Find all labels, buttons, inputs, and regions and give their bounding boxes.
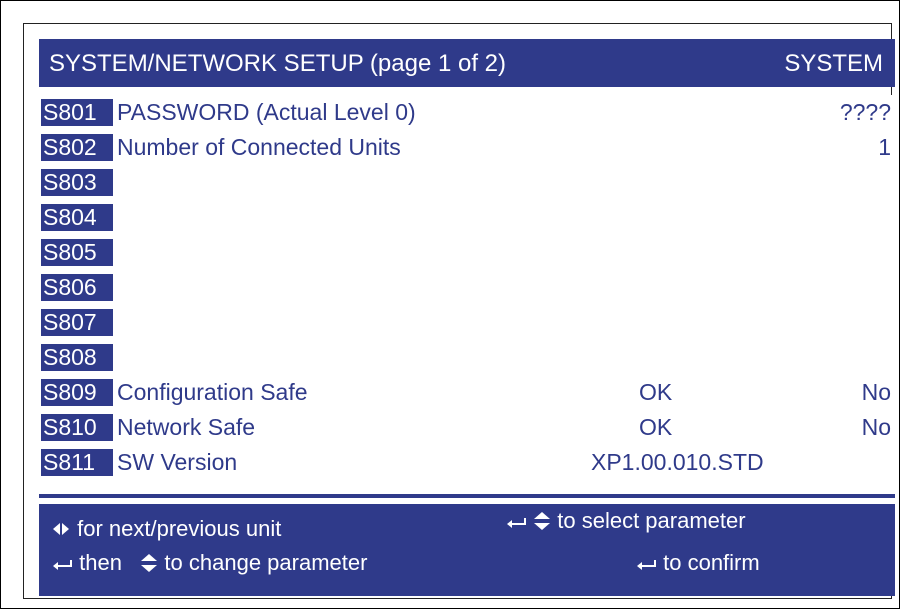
footer-divider — [39, 494, 895, 498]
parameter-row[interactable]: S805 — [39, 235, 895, 270]
help-change: then to change parameter — [51, 550, 367, 576]
parameter-value: 1 — [878, 134, 891, 160]
up-down-arrows-icon — [534, 512, 551, 530]
help-select: to select parameter — [505, 508, 746, 534]
parameter-row[interactable]: S808 — [39, 340, 895, 375]
parameter-value: No — [861, 414, 891, 440]
parameter-label: Network Safe — [117, 414, 256, 440]
help-next-prev: for next/previous unit — [51, 516, 281, 542]
parameter-label: Number of Connected Units — [117, 134, 401, 160]
parameter-code: S802 — [41, 134, 113, 161]
parameter-status: XP1.00.010.STD — [591, 449, 764, 475]
parameter-row[interactable]: S803 — [39, 165, 895, 200]
enter-icon — [507, 518, 526, 528]
enter-icon — [53, 560, 72, 570]
parameter-row[interactable]: S802 Number of Connected Units 1 — [39, 130, 895, 165]
page-title: SYSTEM/NETWORK SETUP (page 1 of 2) — [49, 50, 507, 77]
parameter-code: S810 — [41, 414, 113, 441]
parameter-code: S808 — [41, 344, 113, 371]
parameter-row[interactable]: S801 PASSWORD (Actual Level 0) ???? — [39, 95, 895, 130]
up-down-arrows-icon — [141, 554, 158, 572]
parameter-row[interactable]: S811 SW Version XP1.00.010.STD — [39, 445, 895, 480]
parameter-list: S801 PASSWORD (Actual Level 0) ???? S802… — [39, 95, 895, 543]
help-change-text: to change parameter — [164, 550, 368, 575]
help-next-prev-text: for next/previous unit — [77, 516, 282, 541]
help-then-text: then — [79, 550, 122, 575]
help-select-text: to select parameter — [557, 508, 746, 533]
enter-icon — [637, 560, 656, 570]
header-bar: SYSTEM/NETWORK SETUP (page 1 of 2) SYSTE… — [39, 39, 895, 87]
parameter-label: Configuration Safe — [117, 379, 308, 405]
left-right-arrows-icon — [53, 523, 69, 535]
parameter-row[interactable]: S807 — [39, 305, 895, 340]
help-confirm: to confirm — [635, 550, 760, 576]
parameter-code: S807 — [41, 309, 113, 336]
parameter-code: S805 — [41, 239, 113, 266]
parameter-code: S811 — [41, 449, 113, 476]
parameter-row[interactable]: S804 — [39, 200, 895, 235]
parameter-code: S803 — [41, 169, 113, 196]
help-footer: for next/previous unit to select paramet… — [39, 504, 895, 596]
setup-screen: SYSTEM/NETWORK SETUP (page 1 of 2) SYSTE… — [23, 23, 895, 599]
parameter-code: S809 — [41, 379, 113, 406]
parameter-code: S804 — [41, 204, 113, 231]
parameter-row[interactable]: S810 Network Safe OK No — [39, 410, 895, 445]
help-confirm-text: to confirm — [663, 550, 760, 575]
parameter-row[interactable]: S809 Configuration Safe OK No — [39, 375, 895, 410]
parameter-row[interactable]: S806 — [39, 270, 895, 305]
mode-label: SYSTEM — [784, 50, 883, 77]
parameter-value: ???? — [839, 99, 891, 125]
parameter-status: OK — [639, 379, 673, 405]
parameter-label: PASSWORD (Actual Level 0) — [117, 99, 416, 125]
parameter-code: S806 — [41, 274, 113, 301]
parameter-code: S801 — [41, 99, 113, 126]
parameter-status: OK — [639, 414, 673, 440]
parameter-value: No — [861, 379, 891, 405]
parameter-label: SW Version — [117, 449, 238, 475]
